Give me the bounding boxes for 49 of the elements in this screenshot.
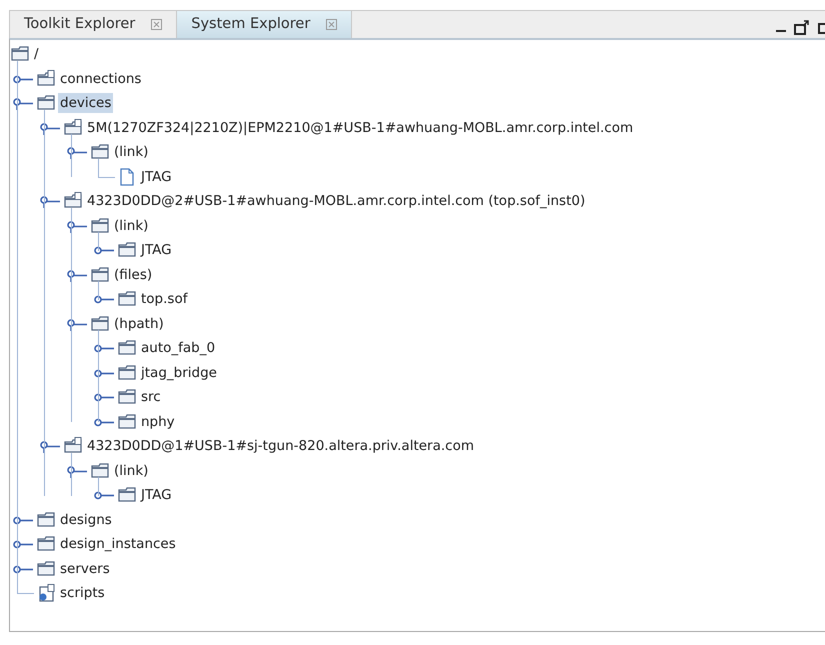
folder-icon [118,241,136,260]
tree-item[interactable]: connections [58,68,144,89]
tree-item[interactable]: (link) [112,460,150,481]
folder-icon [91,216,109,235]
folder-icon [91,143,109,162]
folder-icon [91,266,109,284]
tree-item[interactable]: jtag_bridge [139,362,219,383]
tree-item[interactable]: JTAG [139,485,174,506]
document-icon [118,168,136,186]
tree-item[interactable]: (hpath) [112,314,166,334]
tree-item[interactable]: (files) [112,264,154,285]
restore-icon[interactable] [818,20,825,34]
tree-item[interactable]: design_instances [58,534,178,554]
folder-icon [64,118,82,137]
folder-icon [37,70,55,88]
folder-icon [118,412,136,431]
folder-icon [37,535,55,554]
tree-item[interactable]: JTAG [139,240,174,260]
panel-tab[interactable]: System Explorer [177,11,352,38]
tree-item[interactable]: (link) [112,216,150,236]
tree-item[interactable]: JTAG [139,166,174,187]
folder-icon [91,462,109,480]
maximize-icon[interactable] [794,20,810,36]
tree-item[interactable]: / [32,44,41,64]
tree-item[interactable]: auto_fab_0 [139,338,218,358]
folder-icon [91,314,109,333]
folder-icon [118,388,136,406]
folder-icon [11,45,29,64]
tree-item[interactable]: servers [58,558,112,579]
folder-icon [64,192,82,210]
folder-icon [118,364,136,382]
script-icon [37,584,55,602]
tree-item[interactable]: top.sof [139,289,190,310]
folder-icon [118,290,136,308]
tree-item[interactable]: 5M(1270ZF324|2210Z)|EPM2210@1#USB-1#awhuang-MOBL.amr.corp.intel.com [85,118,636,138]
tree-item[interactable]: src [139,387,163,408]
tree-item[interactable]: devices [58,93,114,114]
tree-item[interactable]: 4323D0DD@2#USB-1#awhuang-MOBL.amr.corp.intel.com (top.sof_inst0) [85,191,588,212]
folder-icon [37,560,55,578]
tree-item[interactable]: 4323D0DD@1#USB-1#sj-tgun-820.altera.priv.altera.com [85,436,476,456]
folder-icon [118,339,136,358]
tree-item[interactable]: designs [58,510,114,530]
tree-item[interactable]: nphy [139,412,177,432]
folder-icon [118,486,136,504]
tree-item[interactable]: scripts [58,583,107,604]
tree-item[interactable]: (link) [112,142,150,162]
folder-icon [64,437,82,456]
folder-icon [37,94,55,112]
folder-icon [37,510,55,529]
